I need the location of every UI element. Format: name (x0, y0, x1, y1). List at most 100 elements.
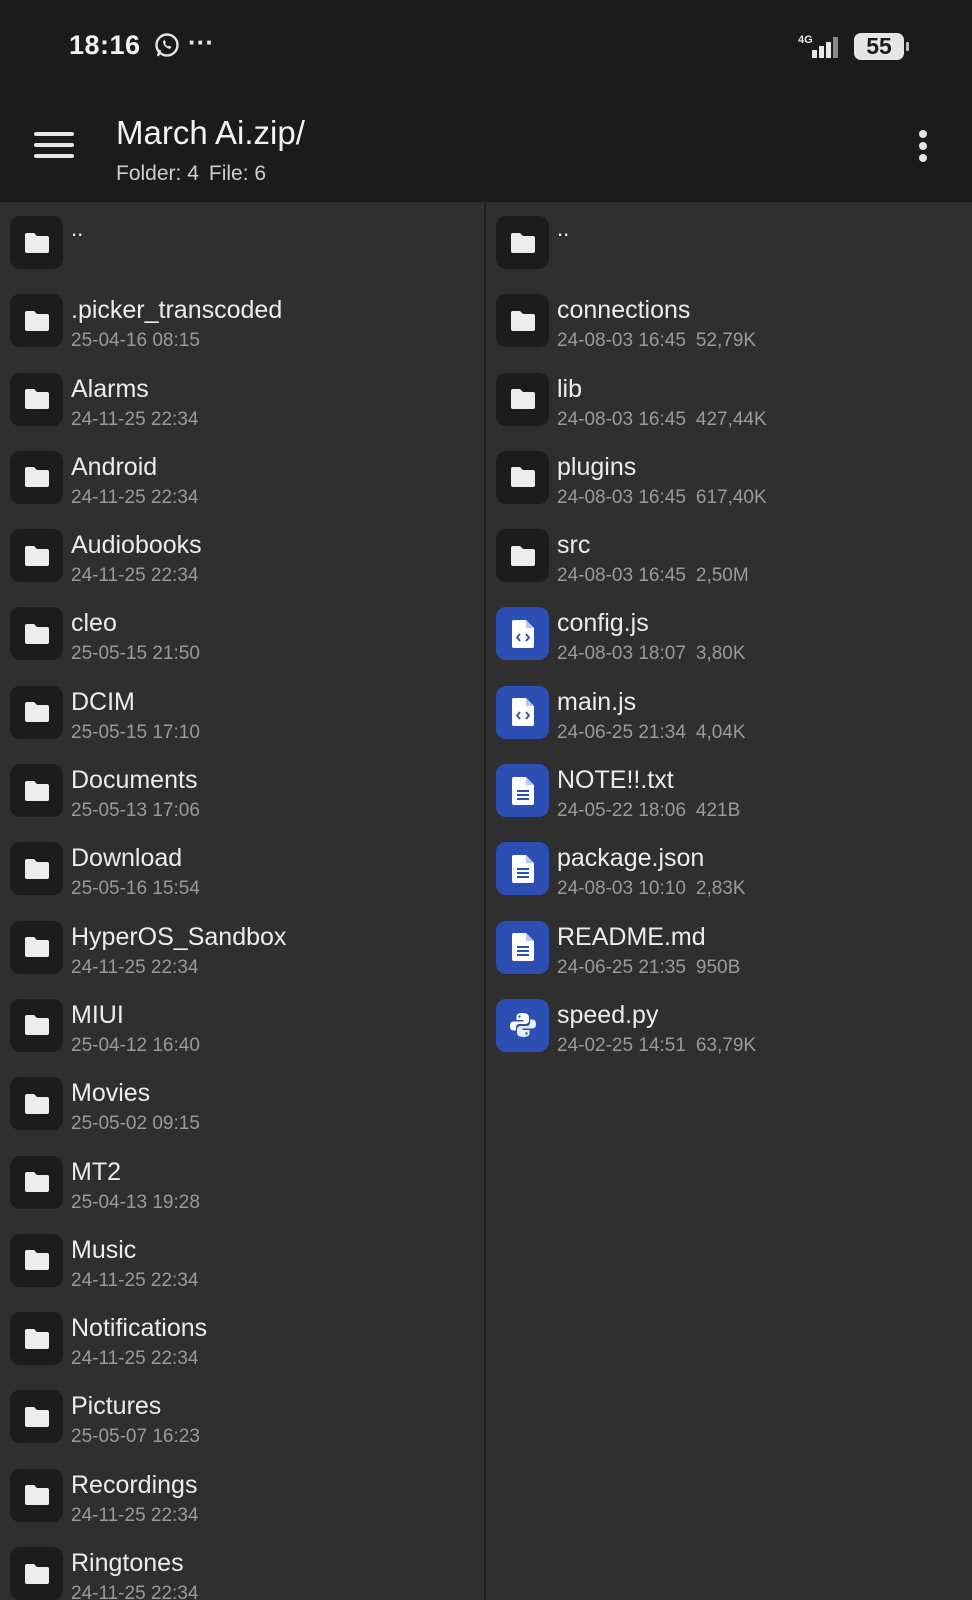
list-item[interactable]: HyperOS_Sandbox 24-11-25 22:34 (0, 907, 484, 985)
folder-icon (10, 294, 63, 348)
item-meta: 24-06-25 21:34 4,04K (557, 722, 746, 744)
item-date: 24-02-25 14:51 (557, 1034, 686, 1056)
parent-directory-item[interactable]: .. (486, 202, 972, 280)
list-item[interactable]: Pictures 25-05-07 16:23 (0, 1376, 484, 1454)
list-item[interactable]: DCIM 25-05-15 17:10 (0, 672, 484, 750)
folder-icon (10, 1155, 63, 1209)
folder-icon (496, 294, 549, 348)
item-size: 2,50M (695, 565, 749, 587)
hamburger-menu-icon[interactable] (34, 132, 74, 162)
item-name: plugins (557, 452, 637, 481)
item-meta: 24-11-25 22:34 (71, 1583, 198, 1600)
list-item[interactable]: MIUI 25-04-12 16:40 (0, 985, 484, 1063)
item-meta: 25-04-16 08:15 (71, 330, 200, 352)
item-size: 950B (695, 956, 741, 978)
folder-icon (10, 1547, 63, 1600)
item-name: config.js (557, 609, 649, 638)
item-size: 63,79K (695, 1034, 757, 1056)
list-item[interactable]: Android 24-11-25 22:34 (0, 437, 484, 515)
folder-icon (10, 764, 63, 818)
item-meta: 25-05-15 21:50 (71, 643, 200, 665)
list-item[interactable]: README.md 24-06-25 21:35 950B (486, 907, 972, 985)
list-item[interactable]: speed.py 24-02-25 14:51 63,79K (486, 985, 972, 1063)
list-item[interactable]: Recordings 24-11-25 22:34 (0, 1455, 484, 1533)
item-date: 24-05-22 18:06 (557, 800, 686, 822)
item-name: MT2 (71, 1157, 121, 1186)
item-name: Recordings (71, 1470, 198, 1499)
list-item[interactable]: lib 24-08-03 16:45 427,44K (486, 359, 972, 437)
left-file-pane[interactable]: .. .picker_transcoded 25-04-16 08:15 Alarms… (0, 202, 484, 1600)
list-item[interactable]: Documents 25-05-13 17:06 (0, 750, 484, 828)
item-name: Pictures (71, 1392, 162, 1421)
item-meta: 24-11-25 22:34 (71, 565, 198, 587)
status-bar: 18:16 ··· 4G 55 (0, 0, 972, 92)
folder-count: Folder: 4 (116, 162, 199, 185)
list-item[interactable]: main.js 24-06-25 21:34 4,04K (486, 672, 972, 750)
item-name: Notifications (71, 1314, 208, 1343)
item-name: DCIM (71, 687, 135, 716)
list-item[interactable]: src 24-08-03 16:45 2,50M (486, 515, 972, 593)
item-meta: 24-11-25 22:34 (71, 1270, 198, 1292)
list-item[interactable]: .picker_transcoded 25-04-16 08:15 (0, 280, 484, 358)
folder-icon (10, 1077, 63, 1131)
page-title: March Ai.zip/ (116, 114, 305, 151)
text-file-icon (496, 842, 549, 896)
item-size: 4,04K (695, 721, 746, 743)
item-meta: 24-08-03 16:45 2,50M (557, 565, 749, 587)
folder-icon (10, 372, 63, 426)
list-item[interactable]: Notifications 24-11-25 22:34 (0, 1298, 484, 1376)
item-meta: 25-04-13 19:28 (71, 1192, 200, 1214)
item-date: 24-11-25 22:34 (71, 1269, 199, 1291)
item-meta: 25-05-15 17:10 (71, 722, 200, 744)
list-item[interactable]: cleo 25-05-15 21:50 (0, 593, 484, 671)
list-item[interactable]: MT2 25-04-13 19:28 (0, 1142, 484, 1220)
text-file-icon (496, 764, 549, 818)
list-item[interactable]: Movies 25-05-02 09:15 (0, 1063, 484, 1141)
list-item[interactable]: Ringtones 24-11-25 22:34 (0, 1533, 484, 1600)
item-name: Alarms (71, 374, 149, 403)
battery-indicator: 55 (854, 33, 909, 60)
list-item[interactable]: Audiobooks 24-11-25 22:34 (0, 515, 484, 593)
list-item[interactable]: config.js 24-08-03 18:07 3,80K (486, 593, 972, 671)
code-file-icon (496, 685, 549, 739)
list-item[interactable]: package.json 24-08-03 10:10 2,83K (486, 828, 972, 906)
folder-icon (496, 216, 549, 269)
list-item[interactable]: NOTE!!.txt 24-05-22 18:06 421B (486, 750, 972, 828)
item-name: connections (557, 296, 691, 325)
list-item[interactable]: plugins 24-08-03 16:45 617,40K (486, 437, 972, 515)
list-item[interactable]: Download 25-05-16 15:54 (0, 828, 484, 906)
item-meta: 25-05-16 15:54 (71, 878, 200, 900)
file-count: File: 6 (208, 162, 267, 185)
item-date: 25-05-15 21:50 (71, 643, 200, 665)
list-item[interactable]: Alarms 24-11-25 22:34 (0, 359, 484, 437)
item-date: 24-11-25 22:34 (71, 1504, 199, 1526)
item-name: cleo (71, 609, 117, 638)
folder-icon (10, 607, 63, 661)
overflow-menu-icon[interactable] (915, 130, 931, 166)
folder-icon (10, 1233, 63, 1287)
item-meta: 24-11-25 22:34 (71, 409, 198, 431)
item-date: 24-08-03 16:45 (557, 408, 686, 430)
item-name: NOTE!!.txt (557, 766, 674, 795)
item-name: main.js (557, 687, 637, 716)
right-file-pane[interactable]: .. connections 24-08-03 16:45 52,79K lib 24-0… (486, 202, 972, 1600)
item-name: Android (71, 452, 158, 481)
item-date: 24-11-25 22:34 (71, 956, 199, 978)
item-name: Audiobooks (71, 531, 202, 560)
folder-icon (10, 216, 63, 269)
parent-directory-item[interactable]: .. (0, 202, 484, 280)
item-meta: 24-05-22 18:06 421B (557, 800, 740, 822)
list-item[interactable]: Music 24-11-25 22:34 (0, 1220, 484, 1298)
item-date: 25-04-12 16:40 (71, 1034, 200, 1056)
item-name: Ringtones (71, 1549, 184, 1578)
item-meta: 24-02-25 14:51 63,79K (557, 1035, 756, 1057)
network-type: 4G (798, 34, 813, 46)
item-name: Movies (71, 1079, 151, 1108)
list-item[interactable]: connections 24-08-03 16:45 52,79K (486, 280, 972, 358)
folder-icon (496, 372, 549, 426)
item-name: speed.py (557, 1000, 659, 1029)
item-name: Music (71, 1235, 137, 1264)
item-date: 24-11-25 22:34 (71, 565, 199, 587)
item-meta: 24-11-25 22:34 (71, 1348, 198, 1370)
item-date: 25-05-16 15:54 (71, 878, 200, 900)
